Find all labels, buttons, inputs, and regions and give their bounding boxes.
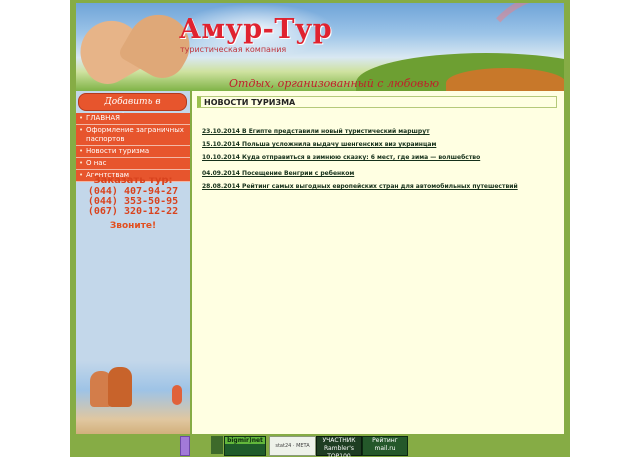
- phone-number: (067) 320-12-22: [87, 206, 179, 217]
- menu-item-home[interactable]: ГЛАВНАЯ: [76, 113, 190, 125]
- call-us-label: Звоните!: [109, 221, 157, 231]
- site-slogan: Отдых, организованный с любовью: [229, 77, 440, 90]
- logo-subtitle: туристическая компания: [180, 45, 287, 54]
- beach-photo: [76, 361, 190, 434]
- mail-rating-counter[interactable]: Рейтинг mail.ru: [362, 436, 408, 456]
- main-content: НОВОСТИ ТУРИЗМА 23.10.2014 В Египте пред…: [192, 91, 564, 434]
- bigmir-label: bigmir)net: [225, 437, 265, 444]
- bigmir-counter[interactable]: bigmir)net: [224, 436, 266, 456]
- add-to-favorites-button[interactable]: Добавить в избранное: [78, 93, 187, 123]
- counter-badge[interactable]: [180, 436, 190, 456]
- beach-person: [108, 367, 132, 407]
- news-link[interactable]: 04.09.2014 Посещение Венгрии с ребенком: [202, 167, 552, 180]
- news-link[interactable]: 15.10.2014 Польша усложнила выдачу шенге…: [202, 138, 552, 151]
- site-header: Амур-Тур туристическая компания Отдых, о…: [76, 3, 564, 91]
- news-list: 23.10.2014 В Египте представили новый ту…: [202, 125, 552, 193]
- beach-child: [172, 385, 182, 405]
- main-menu: ГЛАВНАЯ Оформление заграничных паспортов…: [76, 113, 190, 182]
- header-rainbow: [471, 3, 564, 91]
- menu-item-news[interactable]: Новости туризма: [76, 146, 190, 158]
- sidebar: Добавить в избранное ГЛАВНАЯ Оформление …: [76, 91, 190, 434]
- site-footer: bigmir)net stat24 · META УЧАСТНИК Ramble…: [76, 434, 564, 460]
- news-link[interactable]: 10.10.2014 Куда отправиться в зимнюю ска…: [202, 151, 552, 164]
- rambler-counter[interactable]: УЧАСТНИК Rambler's TOP100: [316, 436, 362, 460]
- section-title: НОВОСТИ ТУРИЗМА: [197, 96, 557, 108]
- phone-list: (044) 407-94-27 (044) 353-50-95 (067) 32…: [76, 187, 190, 217]
- meta-counter[interactable]: stat24 · META: [269, 436, 316, 456]
- news-link[interactable]: 23.10.2014 В Египте представили новый ту…: [202, 125, 552, 138]
- site-logo[interactable]: Амур-Тур: [179, 14, 332, 45]
- counter-badge[interactable]: [211, 436, 223, 454]
- menu-item-passports[interactable]: Оформление заграничных паспортов: [76, 125, 190, 146]
- order-tour-title: Заказать тур:: [93, 175, 173, 186]
- menu-item-about[interactable]: О нас: [76, 158, 190, 170]
- news-link[interactable]: 28.08.2014 Рейтинг самых выгодных европе…: [202, 180, 552, 193]
